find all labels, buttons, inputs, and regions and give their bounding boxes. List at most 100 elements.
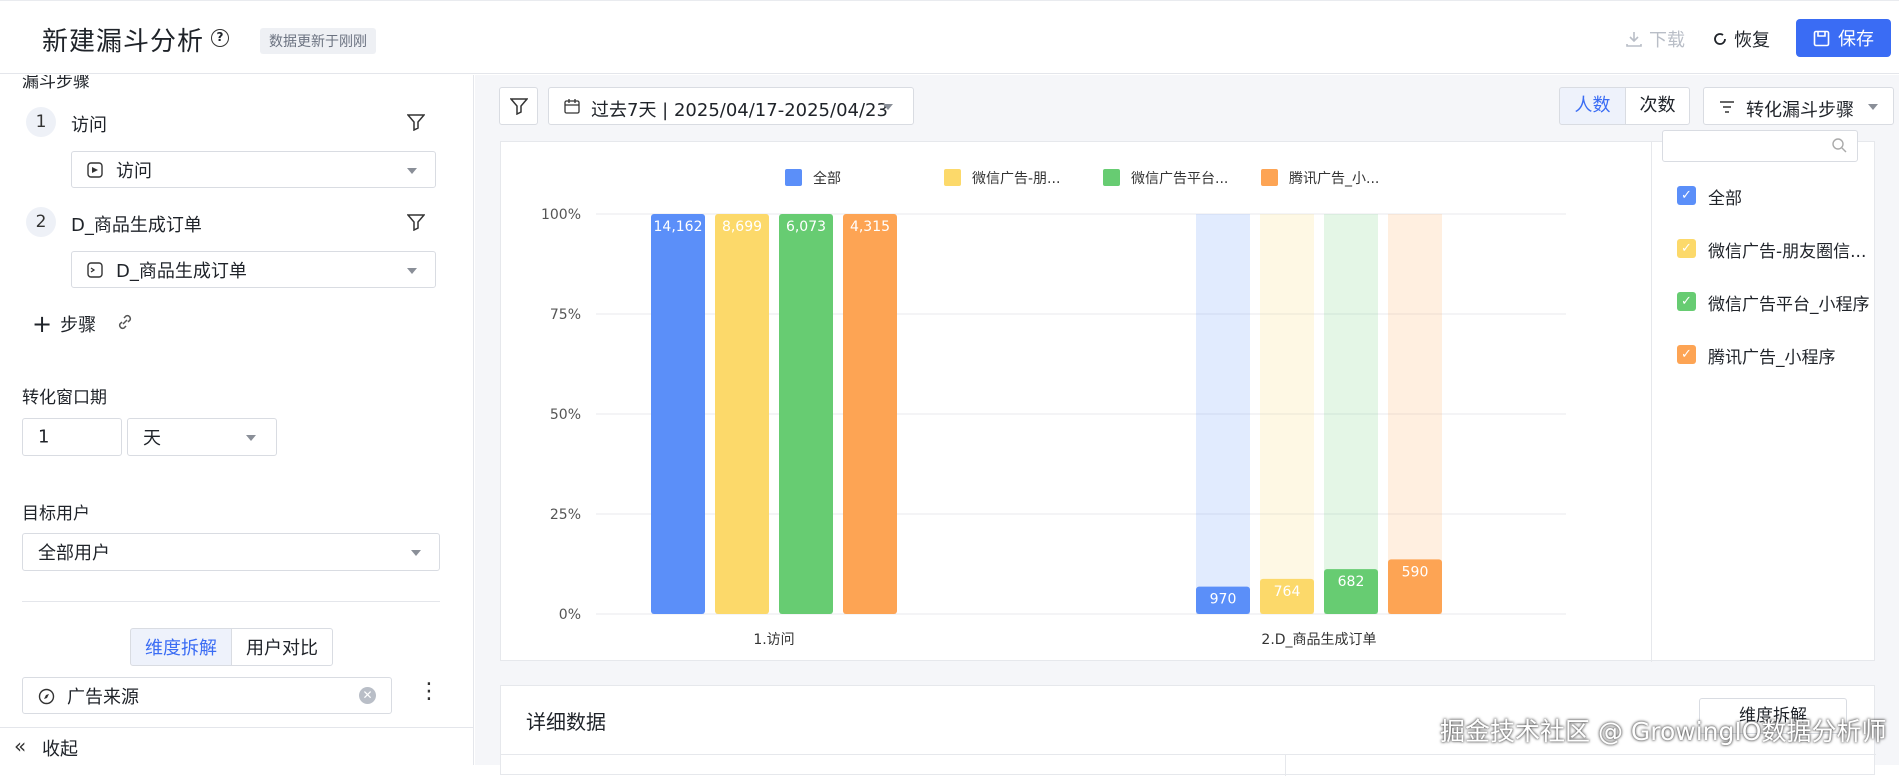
target-section-title: 目标用户 (22, 504, 90, 524)
bar-value-label: 14,162 (654, 219, 703, 235)
chart-panel: 0% 25% 50% 75% 100% 全部 微信广告-朋... 微信广告平台... 腾讯广告_… (500, 130, 1876, 662)
bar[interactable] (779, 214, 833, 614)
series-legend-label: 全部 (1708, 189, 1742, 209)
event-icon (87, 162, 103, 178)
legend-swatch (944, 169, 961, 186)
add-step-label: 步骤 (60, 315, 97, 336)
save-icon (1813, 30, 1830, 46)
series-checkbox[interactable]: ✓ (1677, 186, 1696, 205)
metric-times-label: 次数 (1639, 95, 1676, 116)
metric-people-label: 人数 (1574, 95, 1611, 116)
legend-label: 微信广告-朋... (972, 171, 1060, 187)
series-checkbox[interactable]: ✓ (1677, 345, 1696, 364)
series-checkbox[interactable]: ✓ (1677, 292, 1696, 311)
target-user-select[interactable]: 全部用户 (22, 533, 440, 571)
date-range-value: 过去7天 | 2025/04/17-2025/04/23 (591, 100, 888, 121)
date-range-picker[interactable]: 过去7天 | 2025/04/17-2025/04/23 (548, 87, 914, 125)
bar[interactable] (715, 214, 769, 614)
download-button[interactable]: 下载 (1625, 26, 1685, 52)
series-checkbox[interactable]: ✓ (1677, 239, 1696, 258)
steps-section-title: 漏斗步骤 (22, 75, 90, 92)
search-icon (1832, 138, 1847, 153)
link-icon[interactable] (116, 313, 134, 331)
window-value-input[interactable]: 1 (22, 418, 122, 456)
series-legend-panel: ✓ 全部 ✓ 微信广告-朋友圈信... ✓ 微信广告平台_小程序 ✓ 腾讯广告_小程序 (1651, 130, 1876, 662)
bar-background (1260, 214, 1314, 614)
funnel-bar-chart: 0% 25% 50% 75% 100% 全部 微信广告-朋... 微信广告平台... 腾讯广告_… (541, 169, 1566, 648)
dimension-select[interactable]: 广告来源 ✕ (22, 677, 392, 714)
clear-icon[interactable]: ✕ (359, 687, 376, 704)
tab-dimension-label: 维度拆解 (145, 638, 217, 659)
bar-background (1388, 214, 1442, 614)
legend-swatch (1261, 169, 1278, 186)
calendar-icon (564, 99, 580, 114)
target-user-value: 全部用户 (38, 543, 110, 564)
add-step-button[interactable]: + 步骤 (32, 311, 96, 337)
save-button[interactable]: 保存 (1796, 19, 1891, 57)
event-icon (87, 262, 103, 278)
legend-swatch (785, 169, 802, 186)
y-tick-label: 75% (550, 307, 581, 323)
tab-user-compare[interactable]: 用户对比 (231, 628, 333, 666)
compass-icon (38, 688, 55, 705)
detail-title: 详细数据 (526, 710, 606, 734)
step-event-value: 访问 (116, 160, 152, 182)
dimension-value: 广告来源 (67, 686, 139, 708)
legend-label: 全部 (813, 170, 841, 187)
step-event-select[interactable]: 访问 (71, 151, 436, 188)
chevron-down-icon (1868, 104, 1878, 110)
legend-swatch (1103, 169, 1120, 186)
section-divider (22, 601, 440, 602)
chevron-down-icon (246, 435, 256, 441)
bar-value-label: 970 (1210, 592, 1237, 608)
bar-value-label: 764 (1274, 584, 1301, 600)
filter-button[interactable] (499, 87, 538, 125)
window-unit-value: 天 (143, 428, 161, 449)
metric-times-toggle[interactable]: 次数 (1625, 87, 1690, 125)
funnel-mode-select[interactable]: 转化漏斗步骤 (1703, 87, 1894, 125)
series-legend-label: 微信广告平台_小程序 (1708, 295, 1870, 315)
update-status-badge: 数据更新于刚刚 (260, 28, 376, 54)
filter-icon[interactable] (407, 113, 425, 131)
chevron-down-icon (411, 550, 421, 556)
download-icon (1626, 32, 1642, 47)
legend-label: 腾讯广告_小... (1289, 170, 1379, 187)
chevron-down-icon (883, 104, 893, 110)
config-panel: 漏斗步骤 1 访问 访问 2 D_商品生成订单 D_商品生成订单 + 步骤 转化… (0, 75, 474, 765)
bar[interactable] (651, 214, 705, 614)
bar-value-label: 682 (1338, 574, 1365, 590)
help-icon[interactable]: ? (211, 29, 229, 47)
step-number: 2 (26, 207, 56, 237)
bar-value-label: 4,315 (850, 219, 890, 235)
plus-icon: + (32, 310, 53, 338)
bar-value-label: 590 (1402, 564, 1429, 580)
x-category-label: 2.D_商品生成订单 (1261, 632, 1376, 648)
watermark-text: 掘金技术社区 @ GrowingIO数据分析师 (1440, 717, 1887, 746)
top-bar: 新建漏斗分析 ? 数据更新于刚刚 下载 恢复 保存 (0, 0, 1899, 74)
step-name: D_商品生成订单 (71, 215, 202, 236)
bar[interactable] (843, 214, 897, 614)
tab-dimension-breakdown[interactable]: 维度拆解 (130, 628, 232, 666)
collapse-bar[interactable]: « 收起 (0, 727, 473, 765)
filter-icon[interactable] (407, 213, 425, 231)
more-options-icon[interactable]: ⋮ (418, 681, 440, 703)
step-name: 访问 (71, 115, 107, 136)
y-tick-label: 0% (559, 607, 581, 623)
step-event-select[interactable]: D_商品生成订单 (71, 251, 436, 288)
double-chevron-left-icon: « (14, 734, 27, 758)
y-tick-label: 50% (550, 407, 581, 423)
step-number: 1 (26, 107, 56, 137)
legend-label: 微信广告平台... (1131, 171, 1228, 187)
legend-search-input[interactable] (1662, 130, 1858, 162)
window-unit-select[interactable]: 天 (127, 418, 277, 456)
bar-value-label: 6,073 (786, 219, 826, 235)
bar-background (1324, 214, 1378, 614)
x-category-label: 1.访问 (753, 632, 794, 648)
download-label: 下载 (1649, 30, 1685, 51)
window-value: 1 (38, 426, 50, 448)
window-section-title: 转化窗口期 (22, 388, 107, 408)
bar-value-label: 8,699 (722, 219, 762, 235)
y-tick-label: 100% (541, 207, 581, 223)
restore-button[interactable]: 恢复 (1712, 26, 1770, 52)
metric-people-toggle[interactable]: 人数 (1559, 87, 1626, 125)
